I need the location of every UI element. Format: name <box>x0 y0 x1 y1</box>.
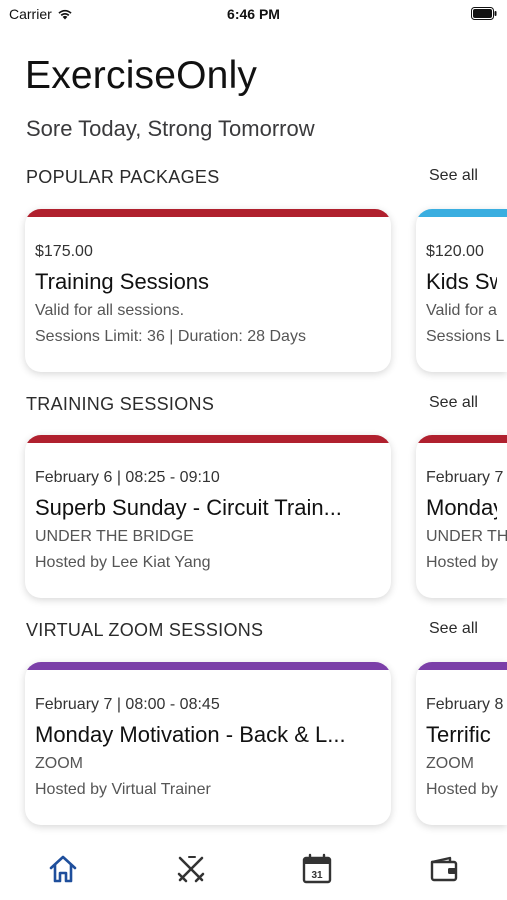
see-all-training-sessions[interactable]: See all <box>429 394 478 412</box>
section-header-popular-packages: POPULAR PACKAGES <box>26 167 220 187</box>
session-title: Terrific <box>426 722 491 747</box>
cross-swords-icon <box>177 856 205 883</box>
session-datetime: February 8 <box>426 696 504 713</box>
session-card[interactable]: February 7 Monday UNDER TH Hosted by <box>416 435 507 598</box>
session-location: UNDER TH <box>426 528 507 545</box>
card-accent-bar <box>416 435 507 443</box>
card-accent-bar <box>416 662 507 670</box>
see-all-virtual-zoom-sessions[interactable]: See all <box>429 620 478 638</box>
app-title: ExerciseOnly <box>25 54 258 97</box>
tab-wallet[interactable] <box>427 852 461 886</box>
battery-icon <box>471 7 497 20</box>
tab-home[interactable] <box>46 852 80 886</box>
session-location: ZOOM <box>35 755 83 772</box>
session-datetime: February 7 <box>426 469 504 486</box>
package-title: Training Sessions <box>35 269 210 294</box>
card-accent-bar <box>25 662 391 670</box>
card-accent-bar <box>25 435 391 443</box>
card-accent-bar <box>416 209 507 217</box>
package-price: $120.00 <box>426 243 484 260</box>
session-location: UNDER THE BRIDGE <box>35 528 194 545</box>
package-validity: Valid for a <box>426 302 497 319</box>
package-price: $175.00 <box>35 243 93 260</box>
section-header-virtual-zoom-sessions: VIRTUAL ZOOM SESSIONS <box>26 620 264 640</box>
status-time: 6:46 PM <box>227 6 280 22</box>
session-host: Hosted by <box>426 781 499 798</box>
session-datetime: February 6 | 08:25 - 09:10 <box>35 469 220 486</box>
see-all-popular-packages[interactable]: See all <box>429 167 478 185</box>
calendar-day-label: 31 <box>311 870 323 881</box>
session-title: Superb Sunday - Circuit Train... <box>35 495 342 520</box>
package-card[interactable]: $175.00 Training Sessions Valid for all … <box>25 209 391 372</box>
package-title: Kids Sw <box>426 269 497 294</box>
calendar-icon: 31 <box>302 853 332 884</box>
section-header-training-sessions: TRAINING SESSIONS <box>26 394 215 414</box>
session-host: Hosted by <box>426 554 499 571</box>
session-host: Hosted by Lee Kiat Yang <box>35 554 211 571</box>
status-bar: Carrier 6:46 PM <box>0 0 507 30</box>
app-subtitle: Sore Today, Strong Tomorrow <box>26 116 315 141</box>
session-title: Monday Motivation - Back & L... <box>35 722 346 747</box>
package-validity: Valid for all sessions. <box>35 302 185 319</box>
tab-calendar[interactable]: 31 <box>300 852 334 886</box>
tab-sessions[interactable] <box>174 852 208 886</box>
zoom-session-card[interactable]: February 8 Terrific ZOOM Hosted by <box>416 662 507 825</box>
card-accent-bar <box>25 209 391 217</box>
session-title: Monday <box>426 495 497 520</box>
session-host: Hosted by Virtual Trainer <box>35 781 211 798</box>
home-icon <box>49 855 77 883</box>
zoom-session-card[interactable]: February 7 | 08:00 - 08:45 Monday Motiva… <box>25 662 391 825</box>
session-location: ZOOM <box>426 755 474 772</box>
package-limits: Sessions L <box>426 328 505 345</box>
session-card[interactable]: February 6 | 08:25 - 09:10 Superb Sunday… <box>25 435 391 598</box>
package-card[interactable]: $120.00 Kids Sw Valid for a Sessions L <box>416 209 507 372</box>
wallet-icon <box>430 856 458 882</box>
tab-bar: 31 <box>0 838 507 900</box>
package-limits: Sessions Limit: 36 | Duration: 28 Days <box>35 328 306 345</box>
session-datetime: February 7 | 08:00 - 08:45 <box>35 696 220 713</box>
